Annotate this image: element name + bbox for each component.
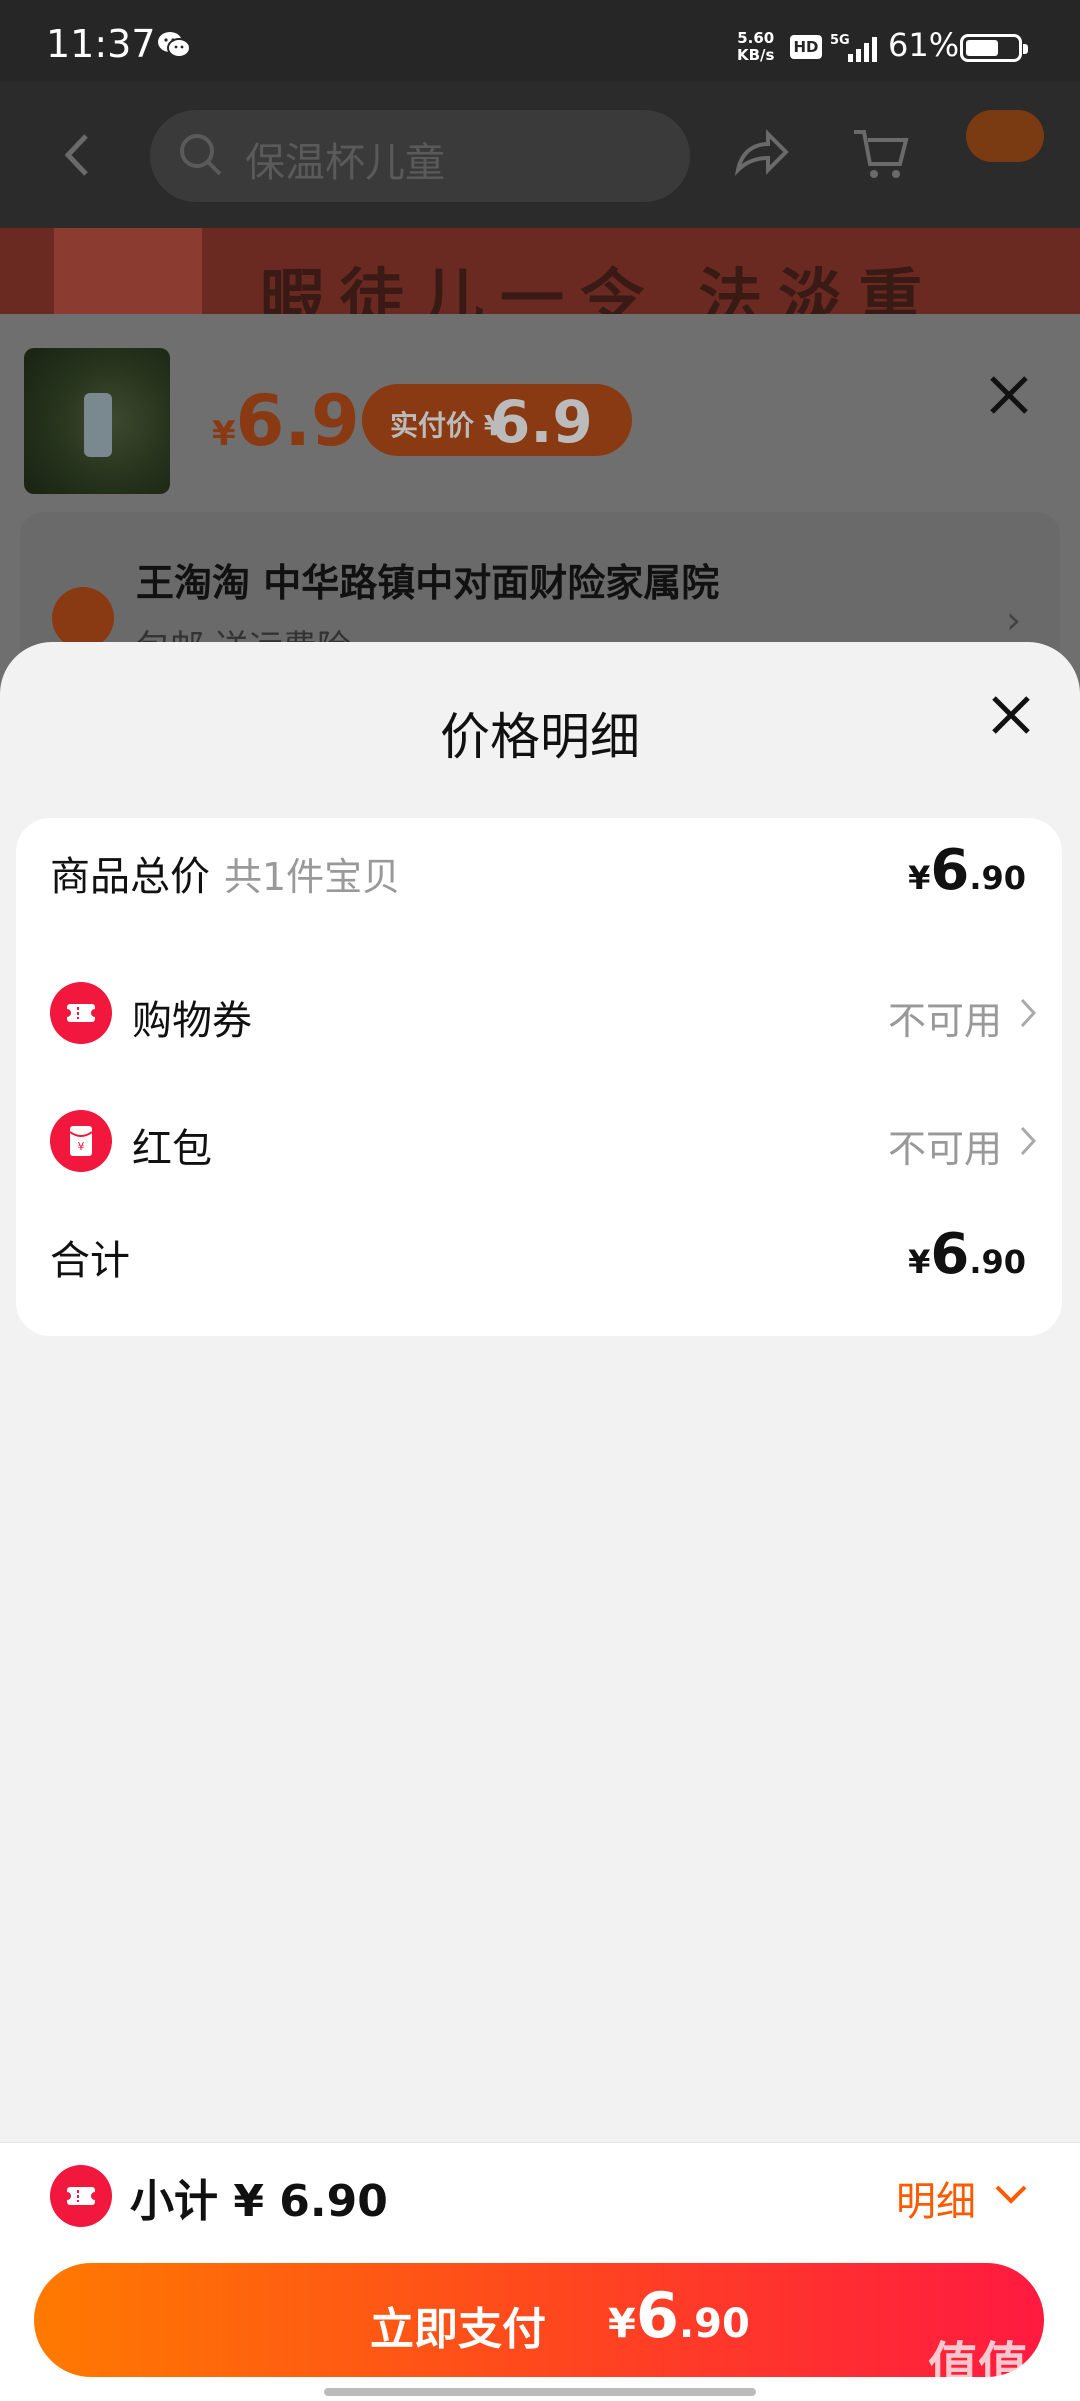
back-icon[interactable] [62, 132, 92, 178]
message-icon[interactable] [966, 110, 1044, 162]
banner-thumbnail [54, 228, 202, 314]
chevron-right-icon: › [1006, 598, 1022, 642]
cart-icon[interactable] [852, 126, 910, 182]
sheet-title: 价格明细 [440, 708, 640, 766]
row-sublabel: 共1件宝贝 [224, 855, 401, 899]
detail-toggle[interactable]: 明细 [896, 2169, 976, 2227]
checkout-bar: 小计 ¥ 6.90 明细 立即支付 ¥6.90 [0, 2142, 1080, 2401]
address-line: 王淘淘 中华路镇中对面财险家属院 [136, 561, 720, 605]
row-status: 不可用 [887, 1127, 1002, 1171]
hd-badge: HD [790, 35, 822, 59]
row-amount: ¥6.90 [908, 1222, 1026, 1287]
wechat-icon [158, 32, 191, 58]
signal-icon: 5G [830, 33, 877, 62]
row-label: 商品总价 [50, 854, 210, 900]
watermark-url: zhizhizhi.com [930, 2380, 1039, 2399]
red-packet-icon: ¥ [50, 1110, 112, 1172]
status-bar: 11:37 5.60 KB/s HD 5G 61% [0, 0, 1080, 82]
svg-text:5G: 5G [830, 33, 850, 48]
row-label: 购物券 [132, 998, 252, 1044]
close-icon[interactable] [984, 370, 1034, 420]
subtotal-text: 小计 ¥ 6.90 [130, 2176, 388, 2227]
search-icon [180, 134, 222, 176]
coupon-icon [50, 982, 112, 1044]
background-banner: 暇徒儿一令 法淡重 [0, 228, 1080, 337]
pay-now-button[interactable]: 立即支付 ¥6.90 [34, 2263, 1044, 2377]
chevron-down-icon[interactable] [994, 2183, 1028, 2205]
pay-button-amount: ¥6.90 [608, 2279, 750, 2352]
paid-price-badge: 实付价 ¥ 6.9 [362, 384, 632, 456]
coupon-icon [50, 2165, 112, 2227]
price-detail-card: 商品总价 共1件宝贝 ¥6.90 购物券 不可用 ¥ 红包 不可用 合计 ¥6.… [16, 818, 1062, 1336]
background-search-bar[interactable]: 保温杯儿童 [150, 110, 690, 202]
status-time: 11:37 [46, 22, 156, 66]
chevron-right-icon [1020, 998, 1037, 1028]
price-detail-sheet: 价格明细 商品总价 共1件宝贝 ¥6.90 购物券 不可用 ¥ 红包 不可用 合… [0, 642, 1080, 2400]
row-label: 合计 [50, 1238, 130, 1284]
row-status: 不可用 [887, 999, 1002, 1043]
chevron-right-icon [1020, 1126, 1037, 1156]
battery-icon [960, 34, 1028, 62]
home-indicator[interactable] [324, 2388, 756, 2396]
share-icon[interactable] [734, 128, 790, 178]
network-speed: 5.60 KB/s [737, 29, 775, 64]
location-icon [52, 587, 114, 649]
battery-percent: 61% [888, 26, 960, 64]
product-thumbnail [24, 348, 170, 494]
row-amount: ¥6.90 [908, 838, 1026, 903]
product-price: ¥6.9 [212, 380, 360, 462]
pay-button-label: 立即支付 [370, 2304, 546, 2355]
close-icon[interactable] [986, 690, 1036, 740]
svg-text:¥: ¥ [78, 1140, 85, 1153]
search-placeholder: 保温杯儿童 [245, 140, 445, 186]
row-label: 红包 [132, 1126, 212, 1172]
